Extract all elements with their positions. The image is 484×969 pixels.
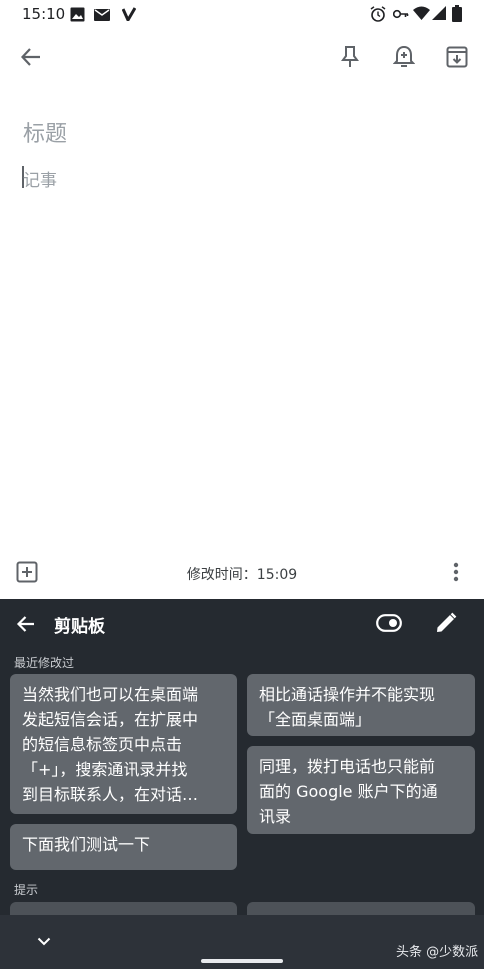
back-arrow-icon[interactable] (20, 46, 42, 68)
clip-card-line: 「全面桌面端」 (259, 710, 372, 729)
clip-card-line: 的短信息标签页中点击 (22, 735, 183, 754)
clip-card-left-1[interactable]: 下面我们测试一下 (10, 824, 237, 870)
status-time: 15:10 (22, 5, 66, 23)
wifi-icon (413, 6, 430, 20)
alarm-icon (370, 6, 386, 22)
hint-section-label: 提示 (14, 883, 39, 897)
pin-icon[interactable] (340, 45, 360, 69)
clip-card-line: 当然我们也可以在桌面端 (22, 685, 199, 704)
more-vert-icon[interactable] (453, 562, 459, 582)
key-icon (393, 9, 409, 19)
add-reminder-icon[interactable] (393, 45, 415, 69)
archive-icon[interactable] (446, 46, 468, 68)
note-title-input[interactable]: 标题 (23, 116, 67, 148)
clip-card-line: 到目标联系人，在对话… (22, 785, 199, 804)
clip-card-line: 讯录 (259, 807, 292, 826)
recent-section-label: 最近修改过 (14, 656, 75, 670)
mail-icon (94, 9, 110, 21)
clip-card-left-0[interactable]: 当然我们也可以在桌面端 发起短信会话，在扩展中 的短信息标签页中点击 「+」，搜… (10, 674, 237, 814)
toggle-icon[interactable] (376, 614, 402, 632)
hint-card-peek-right[interactable] (247, 902, 475, 915)
clip-card-right-0[interactable]: 相比通话操作并不能实现 「全面桌面端」 (247, 674, 475, 736)
clip-card-line: 「+」，搜索通讯录并找 (22, 760, 188, 779)
watermark-text: 头条 @少数派 (396, 945, 479, 960)
chevron-down-icon[interactable] (37, 937, 51, 946)
clip-card-line: 同理，拨打电话也只能前 (259, 757, 436, 776)
edit-pencil-icon[interactable] (435, 612, 457, 634)
signal-icon (432, 6, 446, 20)
clip-card-line: 面的 Google 账户下的通 (259, 782, 438, 801)
edit-time-label: 修改时间：15:09 (186, 567, 298, 583)
image-icon (70, 7, 85, 22)
clip-card-line: 相比通话操作并不能实现 (259, 685, 436, 704)
clip-card-right-1[interactable]: 同理，拨打电话也只能前 面的 Google 账户下的通 讯录 (247, 746, 475, 834)
clipboard-title: 剪贴板 (54, 617, 105, 637)
hint-card-peek-left[interactable] (10, 902, 237, 915)
check-v-icon (122, 7, 136, 21)
note-body-input[interactable]: 记事 (23, 166, 57, 191)
clip-card-line: 发起短信会话，在扩展中 (22, 710, 199, 729)
clip-card-line: 下面我们测试一下 (22, 835, 151, 854)
home-gesture-pill[interactable] (201, 959, 283, 963)
battery-icon (452, 5, 462, 22)
clipboard-back-arrow-icon[interactable] (16, 614, 36, 634)
